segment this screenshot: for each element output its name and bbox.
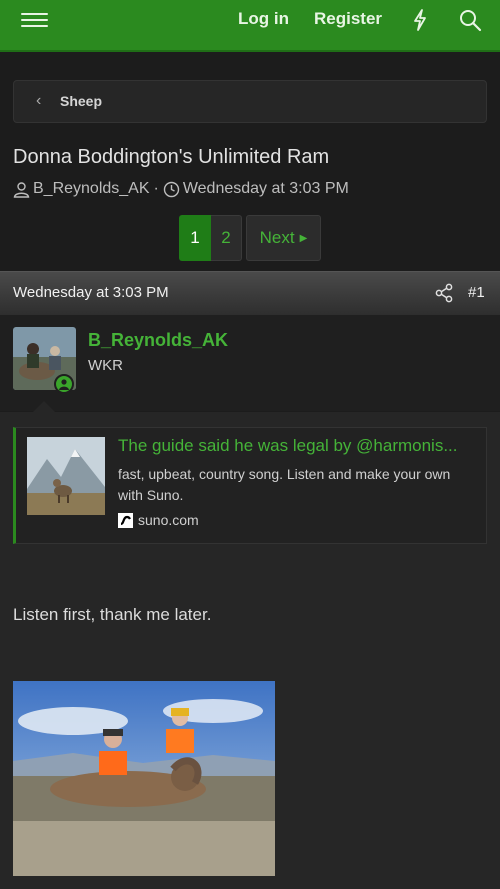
next-label: Next [259, 228, 295, 247]
meta-separator: · [153, 180, 159, 197]
lightning-bolt-icon[interactable] [410, 8, 430, 32]
clock-icon [163, 181, 180, 197]
login-link[interactable]: Log in [238, 9, 289, 29]
register-link[interactable]: Register [314, 9, 382, 29]
embed-thumbnail [27, 437, 105, 515]
post-username[interactable]: B_Reynolds_AK [88, 330, 228, 351]
page-1-button[interactable]: 1 [179, 215, 211, 261]
post-text: Listen first, thank me later. [13, 605, 212, 624]
link-embed-card[interactable]: The guide said he was legal by @harmonis… [13, 427, 487, 544]
menu-icon[interactable] [21, 9, 48, 33]
post-number[interactable]: #1 [468, 284, 485, 301]
post-user-block: B_Reynolds_AK WKR [0, 315, 500, 411]
chevron-left-icon: ‹ [36, 92, 42, 109]
page-2-button[interactable]: 2 [211, 215, 242, 261]
embed-title[interactable]: The guide said he was legal by @harmonis… [118, 436, 478, 456]
share-icon[interactable] [434, 283, 454, 303]
embed-site-name: suno.com [138, 512, 199, 528]
online-status-icon [54, 374, 74, 394]
caret-right-icon: ▶ [299, 232, 308, 244]
breadcrumb-label: Sheep [60, 93, 103, 109]
embed-site: suno.com [118, 512, 199, 528]
search-icon[interactable] [458, 8, 482, 32]
thread-author[interactable]: B_Reynolds_AK [33, 180, 150, 198]
suno-favicon-icon [118, 512, 133, 528]
post-date[interactable]: Wednesday at 3:03 PM [13, 284, 169, 301]
post-photo[interactable] [13, 681, 275, 876]
top-nav-bar: Log in Register [0, 0, 500, 52]
thread-meta: B_Reynolds_AK · Wednesday at 3:03 PM [13, 180, 349, 198]
thread-date: Wednesday at 3:03 PM [182, 180, 349, 197]
user-arrow-divider [33, 401, 55, 412]
user-title: WKR [88, 357, 123, 374]
post-header: Wednesday at 3:03 PM #1 [0, 271, 500, 315]
next-page-button[interactable]: Next ▶ [246, 215, 321, 261]
embed-description: fast, upbeat, country song. Listen and m… [118, 466, 451, 503]
user-icon [13, 181, 30, 198]
breadcrumb[interactable]: ‹ Sheep [13, 80, 487, 123]
thread-title: Donna Boddington's Unlimited Ram [13, 146, 330, 168]
